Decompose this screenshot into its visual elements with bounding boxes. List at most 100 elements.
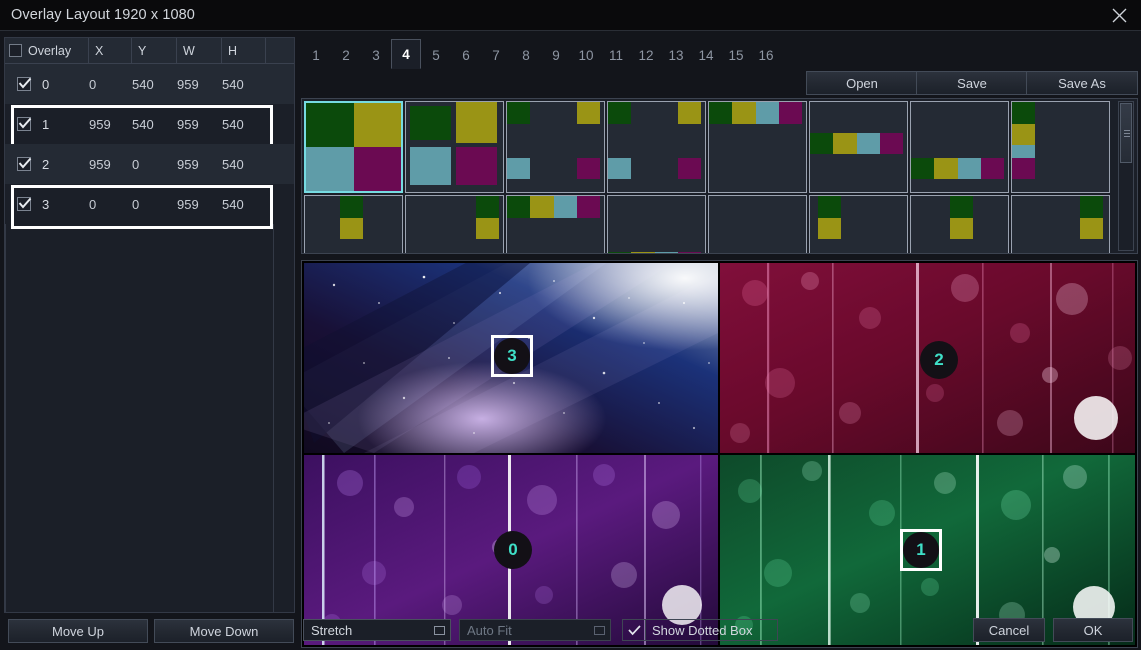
row-w[interactable]: 959 — [177, 104, 222, 144]
layout-thumbnail-7[interactable] — [910, 101, 1009, 193]
layout-thumbnail-6[interactable] — [809, 101, 908, 193]
thumbnail-scrollbar-thumb[interactable] — [1120, 103, 1132, 163]
tab-10[interactable]: 10 — [571, 41, 601, 69]
show-dotted-box-checkbox[interactable]: Show Dotted Box — [622, 619, 778, 641]
overlay-badge-0[interactable]: 0 — [494, 531, 532, 569]
thumbnail-segment — [980, 157, 1005, 180]
header-w[interactable]: W — [177, 38, 222, 63]
thumbnail-segment — [817, 196, 842, 218]
layout-thumbnail-grid — [304, 101, 1119, 253]
row-checkbox[interactable] — [17, 77, 32, 91]
row-y[interactable]: 0 — [132, 184, 177, 224]
layout-thumbnail-8[interactable] — [1011, 101, 1110, 193]
row-x[interactable]: 0 — [89, 64, 132, 104]
scale-mode-dropdown[interactable]: Stretch — [303, 619, 451, 641]
overlay-badge-1[interactable]: 1 — [903, 532, 939, 568]
row-checkbox[interactable] — [17, 117, 32, 131]
thumbnail-scrollbar[interactable] — [1118, 101, 1134, 251]
row-checkbox-cell[interactable]: 0 — [5, 64, 89, 104]
row-y[interactable]: 540 — [132, 64, 177, 104]
layout-thumbnail-10[interactable] — [405, 195, 504, 253]
overlay-badge-2[interactable]: 2 — [920, 341, 958, 379]
layout-thumbnail-11[interactable] — [506, 195, 605, 253]
layout-thumbnail-12[interactable] — [607, 195, 706, 253]
row-checkbox-cell[interactable]: 2 — [5, 144, 89, 184]
tab-11[interactable]: 11 — [601, 41, 631, 69]
table-row[interactable]: 2 959 0 959 540 — [5, 144, 294, 184]
overlay-badge-3[interactable]: 3 — [494, 338, 530, 374]
layout-thumbnail-14[interactable] — [809, 195, 908, 253]
layout-thumbnail-panel — [301, 98, 1138, 254]
save-as-button[interactable]: Save As — [1026, 71, 1138, 95]
header-h[interactable]: H — [222, 38, 266, 63]
table-row[interactable]: 0 0 540 959 540 — [5, 64, 294, 104]
preview-quadrant-bottom-right[interactable]: 1 — [720, 455, 1135, 645]
row-h[interactable]: 540 — [222, 184, 266, 224]
preview-quadrant-top-left[interactable]: 3 — [304, 263, 718, 453]
overlay-badge-1-selection[interactable]: 1 — [900, 529, 942, 571]
header-select-all-cell[interactable]: Overlay — [5, 38, 89, 63]
tab-8[interactable]: 8 — [511, 41, 541, 69]
overlay-badge-3-selection[interactable]: 3 — [491, 335, 533, 377]
ok-button[interactable]: OK — [1053, 618, 1133, 642]
tab-4[interactable]: 4 — [391, 39, 421, 69]
tab-15[interactable]: 15 — [721, 41, 751, 69]
table-row[interactable]: 1 959 540 959 540 — [5, 104, 294, 149]
tab-9[interactable]: 9 — [541, 41, 571, 69]
move-up-button[interactable]: Move Up — [8, 619, 148, 643]
layout-thumbnail-13[interactable] — [708, 195, 807, 253]
tab-2[interactable]: 2 — [331, 41, 361, 69]
fit-mode-dropdown[interactable]: Auto Fit — [459, 619, 611, 641]
cancel-button[interactable]: Cancel — [973, 618, 1045, 642]
preview-quadrant-top-right[interactable]: 2 — [720, 263, 1135, 453]
tab-12[interactable]: 12 — [631, 41, 661, 69]
layout-thumbnail-3[interactable] — [506, 101, 605, 193]
open-button[interactable]: Open — [806, 71, 918, 95]
thumbnail-segment — [353, 103, 401, 147]
thumbnail-segment — [1079, 217, 1104, 240]
row-y[interactable]: 0 — [132, 144, 177, 184]
save-button[interactable]: Save — [916, 71, 1028, 95]
tab-13[interactable]: 13 — [661, 41, 691, 69]
row-w[interactable]: 959 — [177, 64, 222, 104]
close-icon[interactable] — [1101, 2, 1137, 28]
row-checkbox[interactable] — [17, 197, 32, 211]
row-x[interactable]: 0 — [89, 184, 132, 224]
header-x[interactable]: X — [89, 38, 132, 63]
layout-thumbnail-5[interactable] — [708, 101, 807, 193]
tab-14[interactable]: 14 — [691, 41, 721, 69]
tab-1[interactable]: 1 — [301, 41, 331, 69]
layout-thumbnail-9[interactable] — [304, 195, 403, 253]
row-x[interactable]: 959 — [89, 104, 132, 144]
tab-16[interactable]: 16 — [751, 41, 781, 69]
tab-5[interactable]: 5 — [421, 41, 451, 69]
thumbnail-segment — [608, 251, 632, 253]
thumbnail-segment — [732, 102, 756, 124]
row-h[interactable]: 540 — [222, 144, 266, 184]
row-y[interactable]: 540 — [132, 104, 177, 144]
row-h[interactable]: 540 — [222, 64, 266, 104]
select-all-checkbox[interactable] — [9, 44, 22, 57]
row-checkbox-cell[interactable]: 3 — [5, 184, 89, 224]
thumbnail-segment — [957, 157, 981, 180]
tab-6[interactable]: 6 — [451, 41, 481, 69]
thumbnail-segment — [833, 132, 857, 155]
table-row[interactable]: 3 0 0 959 540 — [5, 184, 294, 229]
thumbnail-segment — [576, 102, 601, 124]
row-checkbox-cell[interactable]: 1 — [5, 104, 89, 144]
layout-thumbnail-2[interactable] — [405, 101, 504, 193]
move-down-button[interactable]: Move Down — [154, 619, 294, 643]
layout-thumbnail-15[interactable] — [910, 195, 1009, 253]
layout-thumbnail-1[interactable] — [304, 101, 403, 193]
preview-quadrant-bottom-left[interactable]: 0 — [304, 455, 718, 645]
row-x[interactable]: 959 — [89, 144, 132, 184]
header-y[interactable]: Y — [132, 38, 177, 63]
tab-3[interactable]: 3 — [361, 41, 391, 69]
row-checkbox[interactable] — [17, 157, 32, 171]
row-w[interactable]: 959 — [177, 184, 222, 224]
tab-7[interactable]: 7 — [481, 41, 511, 69]
row-w[interactable]: 959 — [177, 144, 222, 184]
row-h[interactable]: 540 — [222, 104, 266, 144]
layout-thumbnail-4[interactable] — [607, 101, 706, 193]
layout-thumbnail-16[interactable] — [1011, 195, 1110, 253]
